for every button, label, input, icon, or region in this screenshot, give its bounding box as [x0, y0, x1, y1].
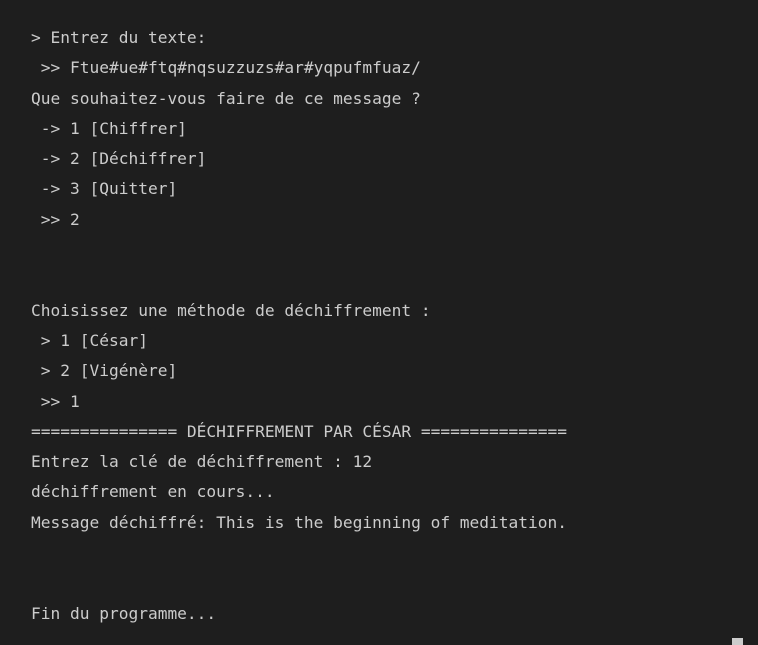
terminal-line: déchiffrement en cours... [31, 482, 275, 502]
terminal-line: Que souhaitez-vous faire de ce message ? [31, 88, 421, 108]
terminal-line: -> 3 [Quitter] [31, 179, 178, 199]
terminal-line: -> 2 [Déchiffrer] [31, 149, 207, 169]
terminal-line: >> Ftue#ue#ftq#nqsuzzuzs#ar#yqpufmfuaz/ [31, 58, 421, 78]
terminal-line: Choisissez une méthode de déchiffrement … [31, 300, 431, 320]
terminal-line: >> 1 [31, 391, 80, 411]
terminal-cursor [732, 638, 743, 645]
terminal-line: Fin du programme... [31, 603, 217, 623]
terminal-line: -> 1 [Chiffrer] [31, 118, 187, 138]
terminal-line: Message déchiffré: This is the beginning… [31, 512, 568, 532]
terminal-line: > 2 [Vigénère] [31, 361, 178, 381]
terminal-output[interactable]: > Entrez du texte: >> Ftue#ue#ftq#nqsuzz… [0, 0, 758, 645]
terminal-line: > 1 [César] [31, 330, 148, 350]
terminal-line: >> 2 [31, 209, 80, 229]
terminal-line: Entrez la clé de déchiffrement : 12 [31, 452, 373, 472]
terminal-line: =============== DÉCHIFFREMENT PAR CÉSAR … [31, 421, 568, 441]
terminal-line: > Entrez du texte: [31, 28, 207, 47]
